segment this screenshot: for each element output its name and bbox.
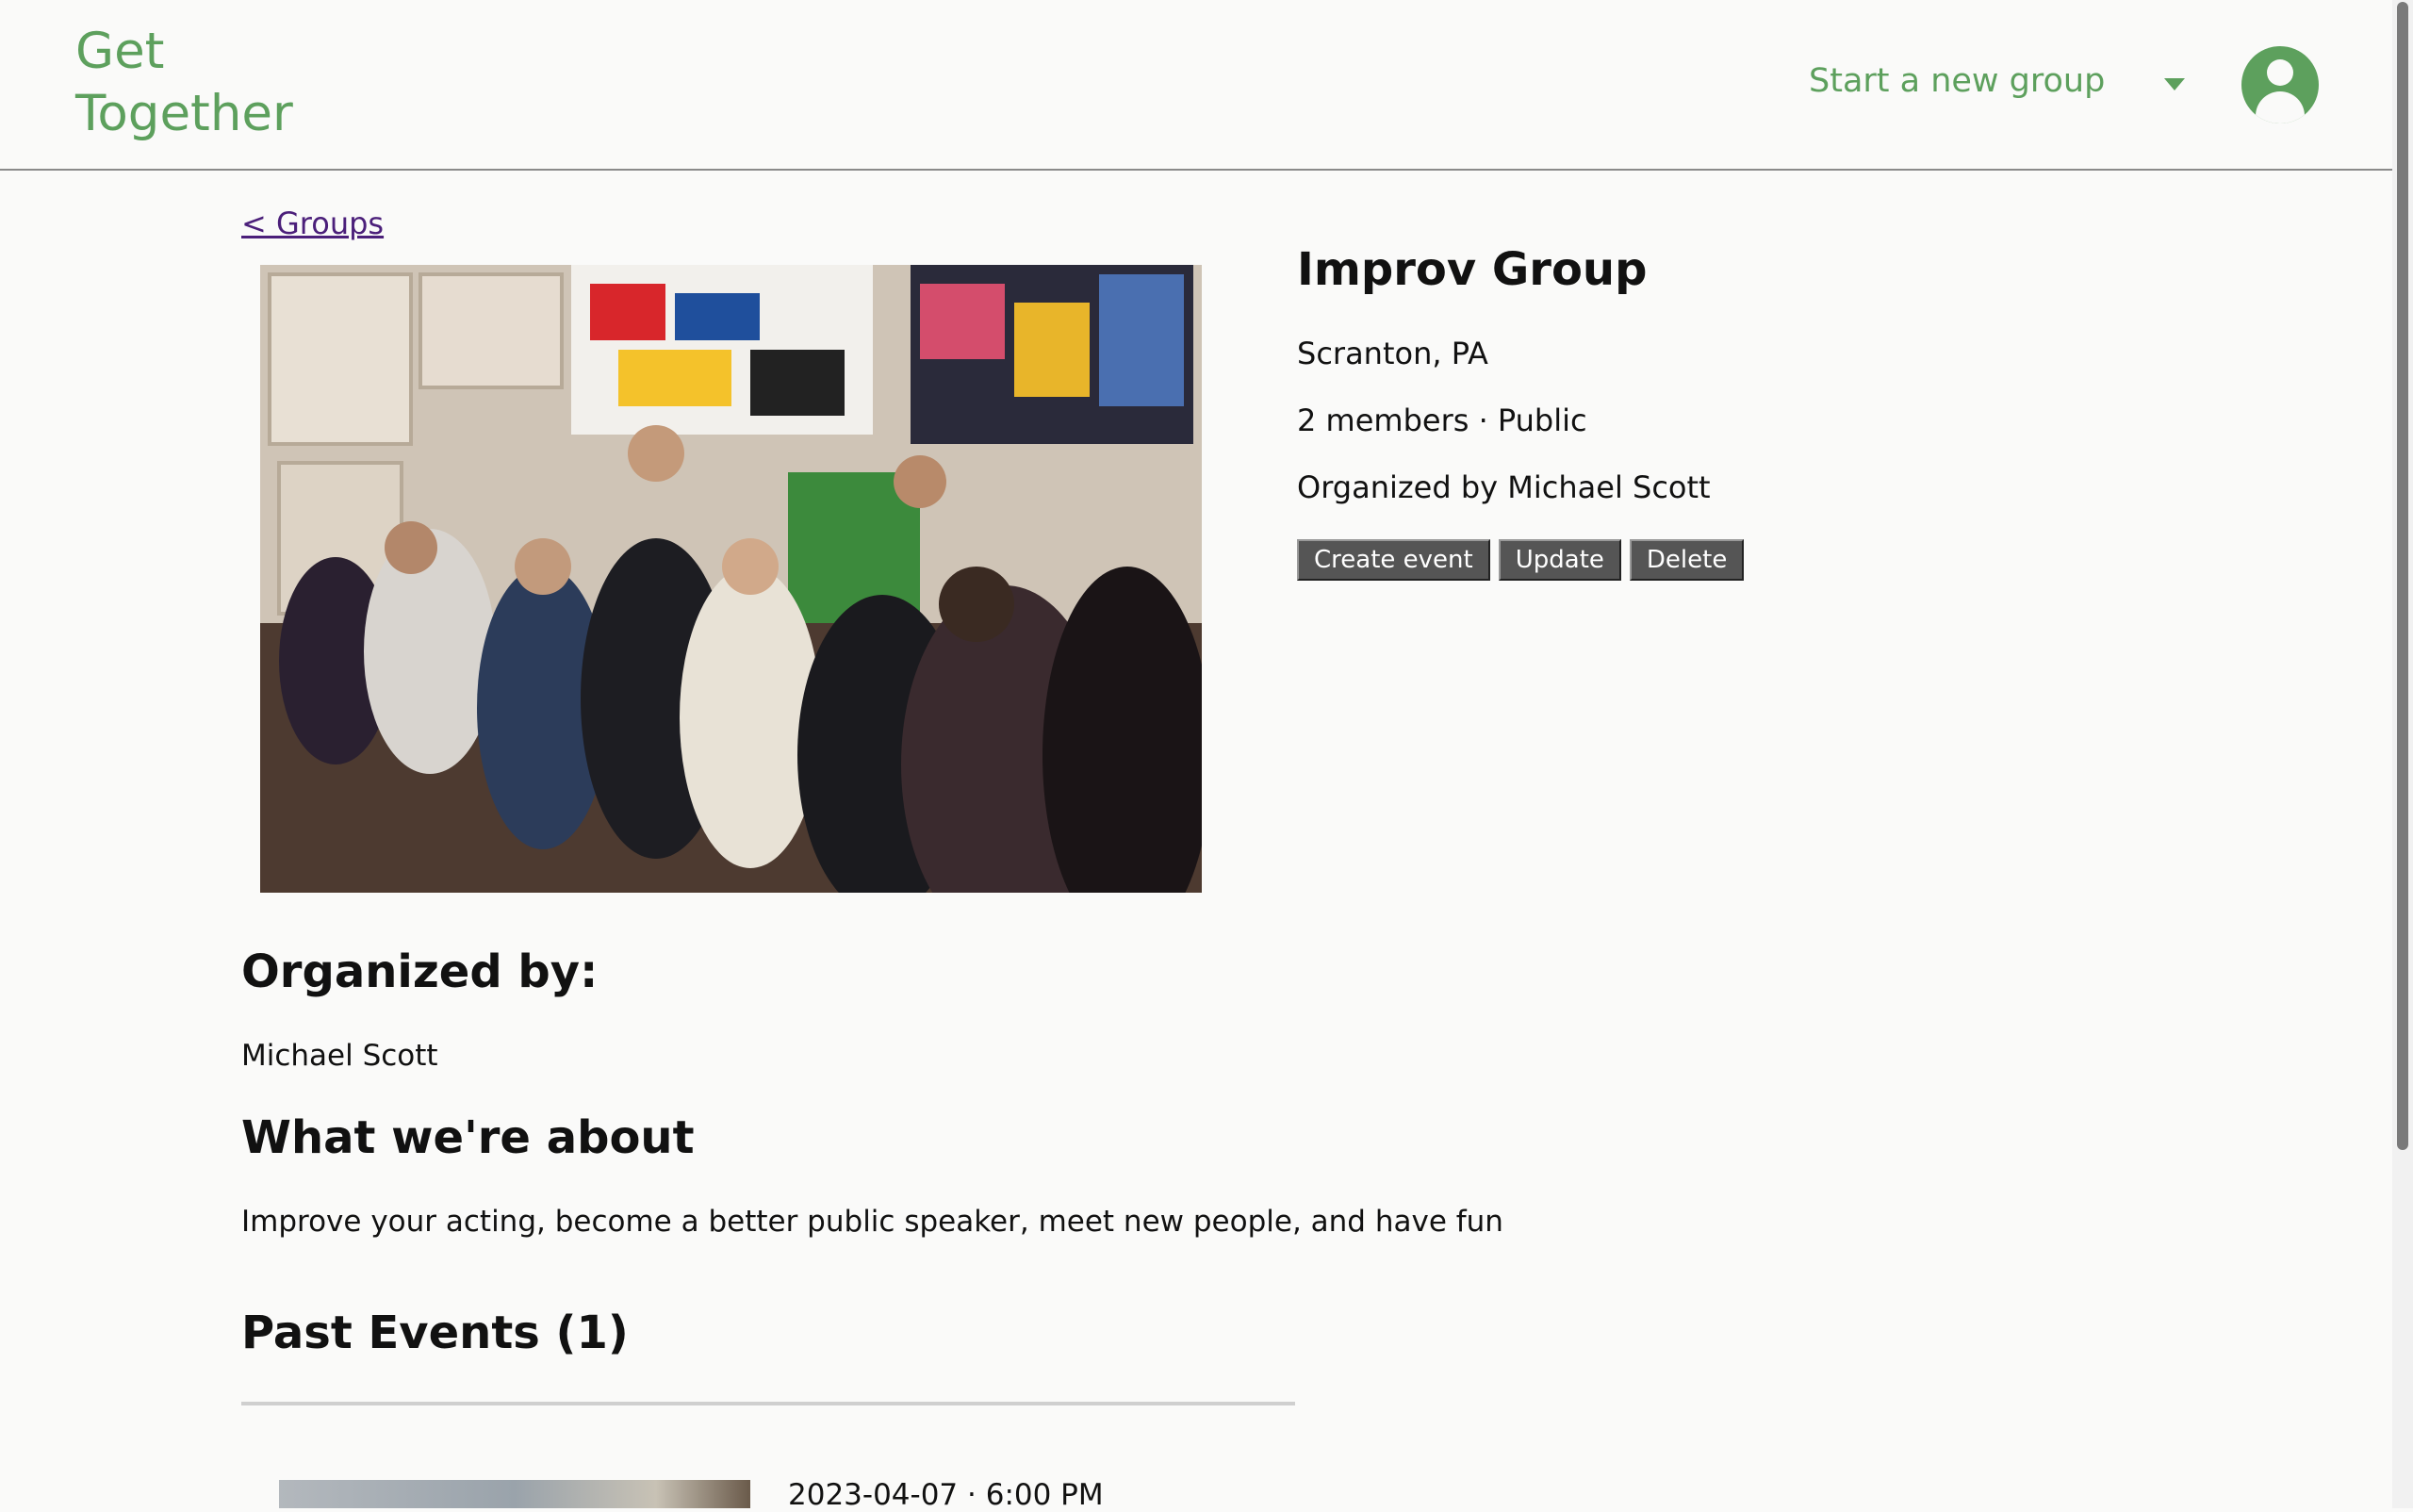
update-button[interactable]: Update xyxy=(1498,539,1621,581)
group-photo-illustration xyxy=(260,265,1202,893)
logo-line-1: Get xyxy=(75,23,165,80)
group-location: Scranton, PA xyxy=(1297,336,1488,371)
group-actions: Create event Update Delete xyxy=(1297,539,1745,581)
start-new-group-link[interactable]: Start a new group xyxy=(1809,62,2105,100)
top-header: Get Together Start a new group xyxy=(0,0,2392,171)
delete-button[interactable]: Delete xyxy=(1629,539,1745,581)
organized-by-heading: Organized by: xyxy=(241,945,599,998)
event-datetime: 2023-04-07 · 6:00 PM xyxy=(788,1478,1104,1512)
create-event-button[interactable]: Create event xyxy=(1297,539,1490,581)
user-avatar-icon[interactable] xyxy=(2241,46,2319,123)
event-thumbnail[interactable] xyxy=(279,1480,750,1508)
chevron-down-icon[interactable] xyxy=(2164,78,2185,90)
about-heading: What we're about xyxy=(241,1111,695,1164)
section-divider xyxy=(241,1402,1295,1405)
group-title: Improv Group xyxy=(1297,243,1648,296)
organizer-name: Michael Scott xyxy=(241,1039,438,1073)
about-text: Improve your acting, become a better pub… xyxy=(241,1205,1503,1239)
back-to-groups-link[interactable]: < Groups xyxy=(241,205,384,241)
group-photo xyxy=(260,265,1202,893)
past-events-heading: Past Events (1) xyxy=(241,1307,629,1359)
members-visibility: 2 members · Public xyxy=(1297,403,1587,438)
logo-line-2: Together xyxy=(75,85,293,142)
group-organizer: Organized by Michael Scott xyxy=(1297,469,1711,505)
vertical-scrollbar[interactable] xyxy=(2392,0,2413,1508)
scrollbar-thumb[interactable] xyxy=(2397,2,2408,1150)
app-logo[interactable]: Get Together xyxy=(75,21,320,145)
